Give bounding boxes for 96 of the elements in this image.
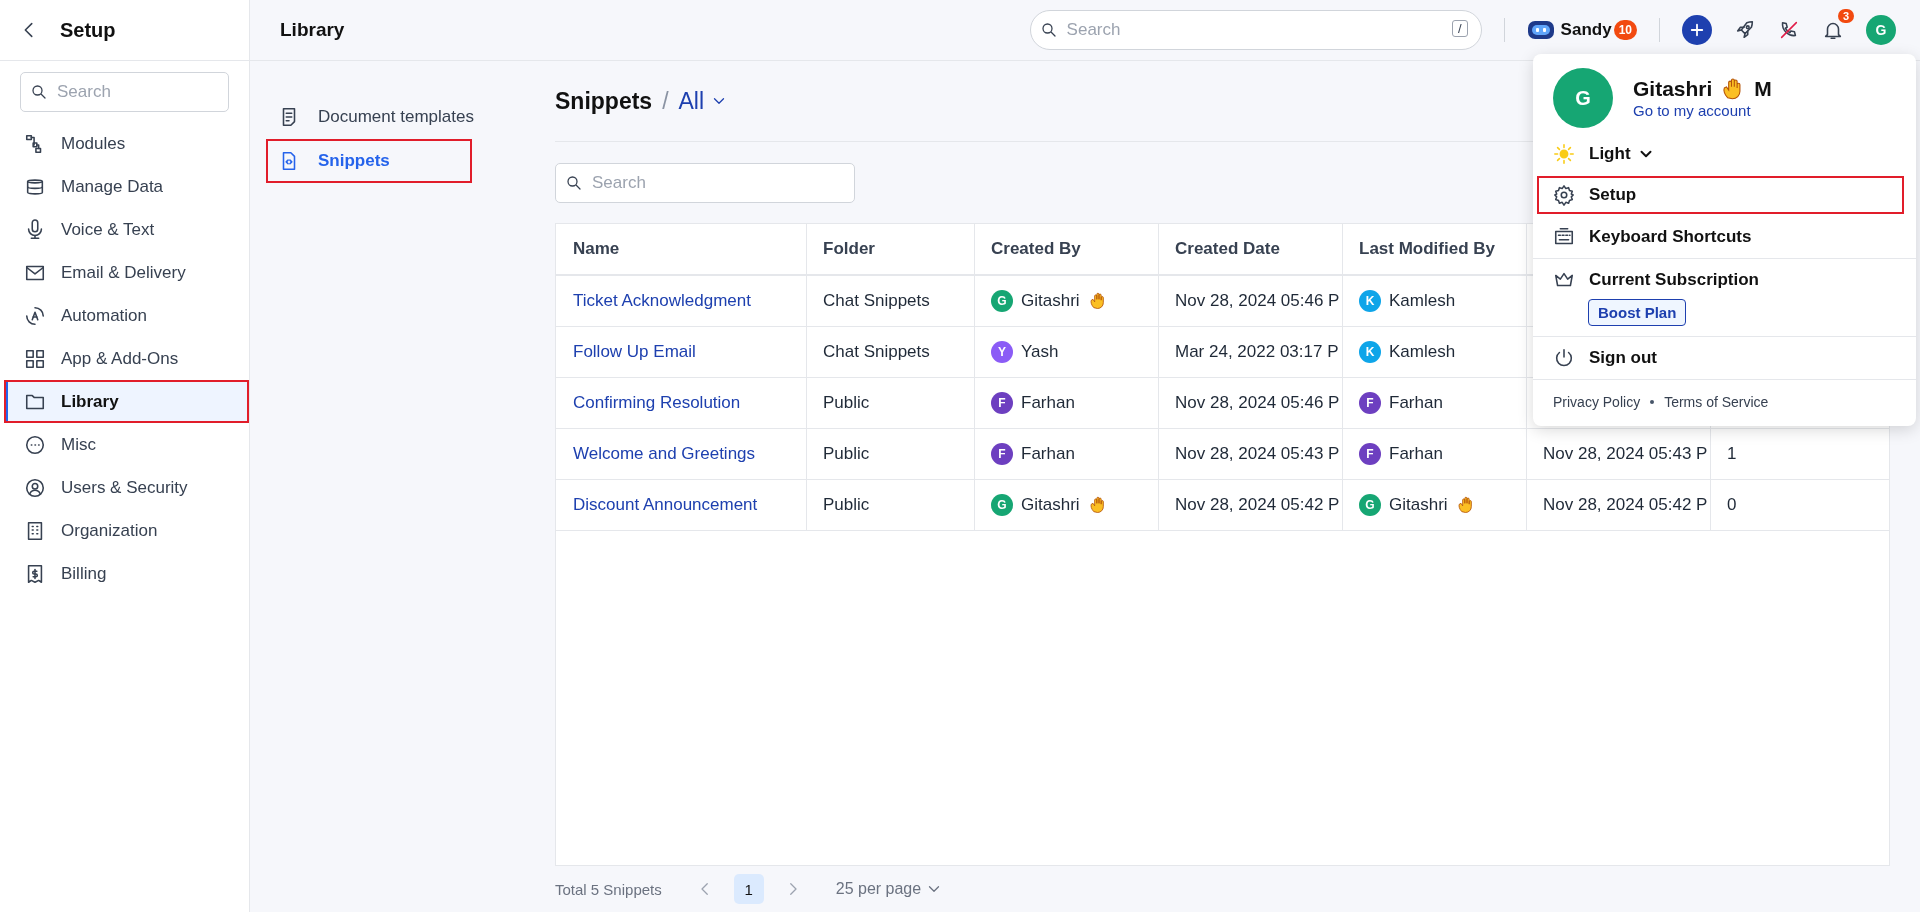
per-page-dropdown[interactable]: 25 per page (835, 880, 944, 898)
phone-off-icon[interactable] (1778, 19, 1800, 41)
total-count: Total 5 Snippets (555, 880, 662, 898)
settings-icon (1553, 184, 1575, 206)
user-avatar: G (1553, 68, 1613, 128)
sidebar-item[interactable]: Billing (0, 552, 249, 595)
table-cell: Public (823, 495, 870, 515)
account-link[interactable]: Go to my account (1633, 102, 1751, 119)
user-avatar: F (1359, 443, 1381, 465)
table-cell: 0 (1727, 495, 1737, 515)
snippet-link[interactable]: Confirming Resolution (573, 393, 741, 413)
snippet-link[interactable]: Discount Announcement (573, 495, 758, 515)
search-field[interactable]: Search (20, 72, 229, 112)
column-header: Folder (823, 239, 875, 259)
user-avatar: F (991, 443, 1013, 465)
table-cell: Public (823, 444, 870, 464)
user-name: Gitashri (1021, 495, 1080, 515)
sidebar-item[interactable]: Modules (0, 122, 249, 165)
column-header: Created Date (1175, 239, 1280, 259)
user-avatar: G (1359, 494, 1381, 516)
menu-item[interactable]: Setup (1537, 176, 1904, 214)
table-cell: Nov 28, 2024 05:43 P (1543, 444, 1708, 464)
table-cell: Nov 28, 2024 05:43 P (1175, 444, 1340, 464)
user-name: Kamlesh (1389, 291, 1456, 311)
menu-item[interactable]: Keyboard Shortcuts (1533, 218, 1916, 256)
footer-link[interactable]: Privacy Policy (1553, 394, 1641, 410)
menu-item[interactable]: Current Subscription (1533, 261, 1916, 299)
user-avatar: F (991, 392, 1013, 414)
plus-icon (1688, 21, 1706, 39)
user-name: Yash (1021, 342, 1059, 362)
shortcut-key: / (1452, 20, 1468, 37)
theme-dropdown[interactable]: Light (1533, 134, 1916, 174)
sidebar-title: Setup (60, 18, 116, 42)
title-separator: / (662, 87, 669, 115)
plan-badge[interactable]: Boost Plan (1588, 299, 1687, 326)
table-cell: 1 (1727, 444, 1737, 464)
user-avatar: K (1359, 290, 1381, 312)
user-name: Farhan (1389, 444, 1443, 464)
user-icon (24, 476, 46, 499)
sidebar-item[interactable]: Voice & Text (0, 208, 249, 251)
power-icon (1553, 347, 1575, 369)
user-name: Gitashri (1021, 291, 1080, 311)
user-name: Farhan (1021, 393, 1075, 413)
snippet-link[interactable]: Ticket Acknowledgment (573, 291, 751, 311)
footer-link[interactable]: Terms of Service (1664, 394, 1769, 410)
table-cell: Nov 28, 2024 05:42 P (1543, 495, 1708, 515)
agent-button[interactable]: Sandy 10 (1526, 20, 1637, 40)
user-avatar: G (991, 494, 1013, 516)
section-title: Snippets (555, 87, 653, 115)
more-icon (24, 433, 46, 456)
search-field[interactable]: Search (555, 163, 855, 203)
sidebar-item[interactable]: Email & Delivery (0, 251, 249, 294)
sun-icon (1553, 143, 1575, 165)
table-cell: Mar 24, 2022 03:17 P (1175, 342, 1339, 362)
add-button[interactable] (1682, 15, 1712, 45)
user-name: Kamlesh (1389, 342, 1456, 362)
filter-dropdown[interactable]: All (678, 87, 729, 115)
library-nav-item[interactable]: Document templates (266, 95, 472, 139)
notification-badge: 3 (1837, 9, 1854, 23)
count-badge: 10 (1613, 20, 1637, 40)
table-cell: Nov 28, 2024 05:46 P (1175, 291, 1340, 311)
sidebar-item[interactable]: App & Add-Ons (0, 337, 249, 380)
table-cell: Chat Snippets (823, 291, 930, 311)
user-avatar: Y (991, 341, 1013, 363)
user-name: Gitashri (1389, 495, 1448, 515)
menu-item[interactable]: Sign out (1533, 339, 1916, 377)
sidebar-item[interactable]: Misc (0, 423, 249, 466)
snippet-link[interactable]: Welcome and Greetings (573, 444, 756, 464)
user-name: Farhan (1021, 444, 1075, 464)
robot-icon (1526, 20, 1555, 40)
page-button[interactable]: 1 (733, 874, 764, 904)
user-name: Farhan (1389, 393, 1443, 413)
sidebar-item[interactable]: Users & Security (0, 466, 249, 509)
sidebar-item[interactable]: Manage Data (0, 165, 249, 208)
column-header: Last Modified By (1359, 239, 1495, 259)
sidebar-item[interactable]: Organization (0, 509, 249, 552)
table-cell: Nov 28, 2024 05:42 P (1175, 495, 1340, 515)
user-avatar: F (1359, 392, 1381, 414)
library-nav-item[interactable]: Snippets (266, 139, 472, 183)
table-cell: Nov 28, 2024 05:46 P (1175, 393, 1340, 413)
sidebar-item[interactable]: Library (4, 380, 249, 423)
rocket-icon[interactable] (1734, 19, 1756, 41)
column-header: Name (573, 239, 620, 259)
user-first-name: Gitashri (1633, 77, 1713, 101)
user-last-name: M (1754, 77, 1772, 101)
user-avatar: G (991, 290, 1013, 312)
automation-icon (24, 304, 46, 327)
page-title: Library (280, 19, 345, 41)
snippet-link[interactable]: Follow Up Email (573, 342, 696, 362)
column-header: Created By (991, 239, 1081, 259)
separator-dot (1650, 400, 1655, 404)
table-cell: Public (823, 393, 870, 413)
sidebar-item[interactable]: Automation (0, 294, 249, 337)
table-cell: Chat Snippets (823, 342, 930, 362)
grid-icon (24, 347, 46, 370)
user-avatar: K (1359, 341, 1381, 363)
